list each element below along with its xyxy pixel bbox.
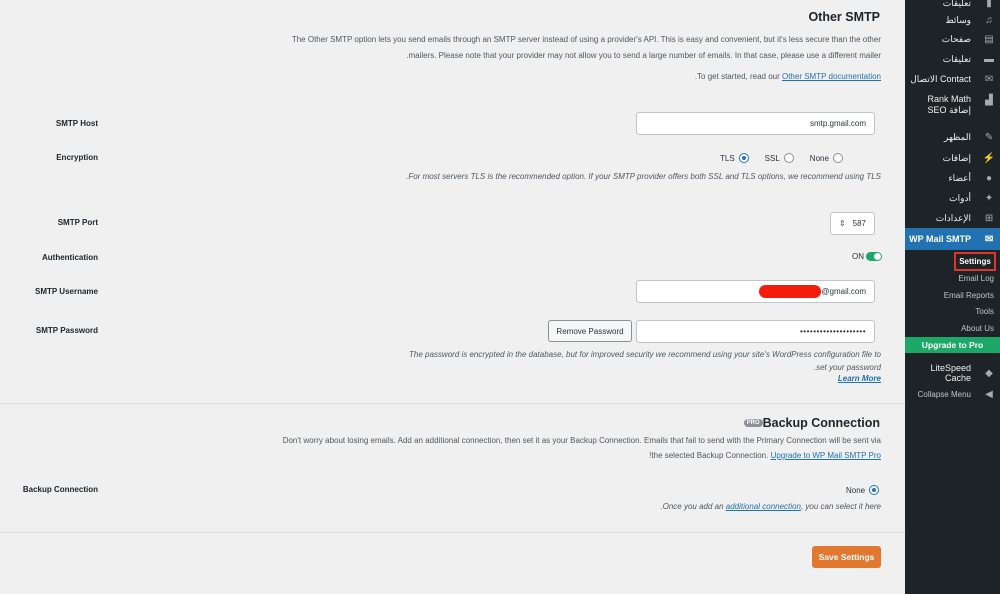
section-divider — [0, 403, 905, 404]
sidebar-item-appearance[interactable]: ✎ المظهر — [905, 129, 1000, 145]
backup-connection-label: Backup Connection — [22, 485, 98, 494]
pages-icon: ▤ — [984, 33, 994, 45]
sidebar-collapse-menu[interactable]: ◀ Collapse Menu — [905, 386, 1000, 402]
sidebar-item-wp-mail-smtp[interactable]: ✉ WP Mail SMTP — [897, 228, 1000, 250]
encryption-options: TLS SSL None — [720, 153, 843, 163]
sidebar-item-tools[interactable]: ✦ أدوات — [905, 190, 1000, 206]
user-icon: ● — [985, 172, 993, 184]
radio-tls[interactable] — [738, 153, 749, 163]
sidebar-item-litespeed[interactable]: ◆ LiteSpeed Cache — [905, 363, 1000, 383]
smtp-username-input[interactable]: @gmail.com — [636, 280, 875, 303]
pro-badge: PRO — [743, 419, 763, 427]
radio-backup-none[interactable] — [869, 485, 880, 495]
get-started-text: To get started, read our Other SMTP docu… — [694, 72, 881, 81]
encryption-help: For most servers TLS is the recommended … — [406, 172, 881, 181]
save-settings-button[interactable]: Save Settings — [812, 546, 881, 568]
other-smtp-description: The Other SMTP option lets you send emai… — [291, 35, 881, 60]
additional-connection-link[interactable]: additional connection — [726, 502, 801, 511]
upgrade-pro-link[interactable]: Upgrade to WP Mail SMTP Pro — [771, 451, 881, 460]
smtp-username-label: SMTP Username — [35, 287, 98, 296]
authentication-label: Authentication — [42, 253, 98, 262]
settings-icon: ⊞ — [984, 212, 994, 224]
backup-help: Once you add an additional connection, y… — [660, 502, 881, 511]
section-divider-bottom — [0, 532, 905, 533]
smtp-host-label: SMTP Host — [55, 119, 98, 128]
sidebar-item-settings[interactable]: ⊞ الإعدادات — [905, 210, 1000, 226]
sidebar-item-comments[interactable]: ▬ تعليقات — [905, 51, 1000, 67]
encryption-label: Encryption — [56, 153, 98, 162]
media-icon: ♫ — [985, 14, 993, 26]
submenu-email-log[interactable]: Email Log — [958, 274, 994, 283]
smtp-host-input[interactable]: smtp.gmail.com — [636, 112, 875, 135]
section-heading-backup: PRO Backup Connection — [742, 416, 880, 430]
toggle-switch[interactable] — [866, 252, 882, 261]
authentication-toggle[interactable]: ON — [852, 252, 882, 261]
remove-password-button[interactable]: Remove Password — [548, 320, 632, 342]
smtp-port-label: SMTP Port — [57, 218, 98, 227]
backup-option-none[interactable]: None — [846, 485, 880, 495]
mail-icon: ✉ — [984, 73, 994, 85]
password-help: The password is encrypted in the databas… — [409, 350, 881, 372]
diamond-icon: ◆ — [985, 367, 993, 379]
section-heading-other-smtp: Other SMTP — [808, 10, 880, 24]
wrench-icon: ✦ — [984, 192, 994, 204]
collapse-icon: ◀ — [985, 388, 993, 400]
chart-icon: ▟ — [985, 94, 993, 106]
smtp-port-input[interactable]: ⇕ 587 — [830, 212, 875, 235]
upgrade-to-pro-button[interactable]: Upgrade to Pro — [905, 337, 1000, 353]
submenu-tools[interactable]: Tools — [975, 307, 994, 316]
sidebar-item-users[interactable]: ● أعضاء — [905, 170, 1000, 186]
sidebar-item-media[interactable]: ♫ وسائط — [905, 12, 1000, 28]
sidebar-item-pages[interactable]: ▤ صفحات — [905, 31, 1000, 47]
comment-icon: ▮ — [986, 0, 992, 9]
submenu-about-us[interactable]: About Us — [961, 324, 994, 333]
backup-description: Don't worry about losing emails. Add an … — [282, 436, 881, 460]
main-content: Other SMTP The Other SMTP option lets yo… — [0, 0, 905, 594]
encryption-option-none[interactable]: None — [810, 153, 843, 163]
sidebar-item-comments-top[interactable]: ▮ تعليقات — [905, 0, 1000, 10]
submenu-settings[interactable]: Settings — [954, 252, 996, 271]
brush-icon: ✎ — [984, 131, 994, 143]
stepper-icon[interactable]: ⇕ — [839, 219, 846, 228]
radio-none[interactable] — [832, 153, 843, 163]
smtp-password-label: SMTP Password — [35, 326, 98, 335]
envelope-icon: ✉ — [984, 233, 994, 245]
smtp-password-input[interactable]: •••••••••••••••••••• — [636, 320, 875, 343]
redacted-username — [759, 285, 822, 298]
learn-more-link[interactable]: Learn More — [838, 374, 881, 383]
sidebar-item-rank-math[interactable]: ▟ Rank Math إضافة SEO — [905, 94, 1000, 118]
encryption-option-tls[interactable]: TLS — [720, 153, 749, 163]
sidebar-item-contact[interactable]: ✉ Contact الاتصال — [905, 71, 1000, 87]
other-smtp-doc-link[interactable]: Other SMTP documentation — [782, 72, 881, 81]
plugin-icon: ⚡ — [982, 152, 996, 164]
comments-icon: ▬ — [984, 53, 994, 65]
sidebar-item-plugins[interactable]: ⚡ إضافات — [905, 150, 1000, 166]
encryption-option-ssl[interactable]: SSL — [765, 153, 794, 163]
admin-sidebar: ▮ تعليقات ♫ وسائط ▤ صفحات ▬ تعليقات ✉ Contact… — [897, 0, 1000, 594]
submenu-email-reports[interactable]: Email Reports — [944, 291, 994, 300]
radio-ssl[interactable] — [783, 153, 794, 163]
